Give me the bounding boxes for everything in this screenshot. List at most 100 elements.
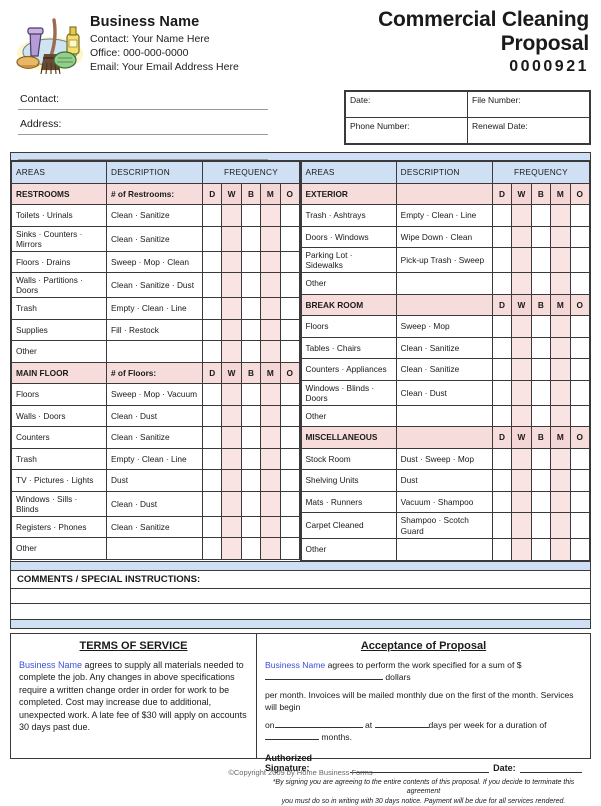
- checkbox-cell-b[interactable]: [531, 491, 550, 513]
- checkbox-cell-o[interactable]: [280, 251, 299, 273]
- checkbox-cell-d[interactable]: [203, 470, 222, 492]
- sum-amount-input[interactable]: [265, 679, 383, 680]
- checkbox-cell-b[interactable]: [531, 337, 550, 359]
- checkbox-cell-m[interactable]: [261, 538, 280, 560]
- checkbox-cell-o[interactable]: [280, 319, 299, 341]
- checkbox-cell-w[interactable]: [222, 319, 241, 341]
- checkbox-cell-w[interactable]: [512, 337, 531, 359]
- checkbox-cell-m[interactable]: [551, 470, 570, 492]
- checkbox-cell-m[interactable]: [551, 359, 570, 381]
- checkbox-cell-w[interactable]: [512, 248, 531, 273]
- checkbox-cell-w[interactable]: [512, 539, 531, 561]
- checkbox-cell-w[interactable]: [512, 226, 531, 248]
- checkbox-cell-w[interactable]: [222, 448, 241, 470]
- checkbox-cell-d[interactable]: [492, 470, 511, 492]
- checkbox-cell-m[interactable]: [551, 405, 570, 427]
- checkbox-cell-d[interactable]: [203, 273, 222, 298]
- checkbox-cell-d[interactable]: [492, 448, 511, 470]
- checkbox-cell-d[interactable]: [492, 205, 511, 227]
- checkbox-cell-m[interactable]: [261, 470, 280, 492]
- checkbox-cell-o[interactable]: [570, 337, 589, 359]
- checkbox-cell-m[interactable]: [261, 273, 280, 298]
- checkbox-cell-m[interactable]: [551, 448, 570, 470]
- checkbox-cell-o[interactable]: [570, 405, 589, 427]
- checkbox-cell-m[interactable]: [551, 273, 570, 295]
- contact-field[interactable]: Contact:: [18, 90, 268, 110]
- checkbox-cell-b[interactable]: [531, 273, 550, 295]
- checkbox-cell-b[interactable]: [241, 516, 260, 538]
- checkbox-cell-d[interactable]: [203, 427, 222, 449]
- checkbox-cell-w[interactable]: [222, 427, 241, 449]
- checkbox-cell-w[interactable]: [512, 359, 531, 381]
- checkbox-cell-b[interactable]: [241, 491, 260, 516]
- checkbox-cell-m[interactable]: [261, 448, 280, 470]
- checkbox-cell-o[interactable]: [280, 448, 299, 470]
- date-cell[interactable]: Date:: [346, 92, 468, 118]
- checkbox-cell-o[interactable]: [570, 513, 589, 539]
- checkbox-cell-o[interactable]: [280, 273, 299, 298]
- checkbox-cell-o[interactable]: [280, 384, 299, 406]
- phone-number-cell[interactable]: Phone Number:: [346, 118, 468, 144]
- checkbox-cell-o[interactable]: [570, 539, 589, 561]
- checkbox-cell-d[interactable]: [203, 491, 222, 516]
- checkbox-cell-b[interactable]: [531, 248, 550, 273]
- checkbox-cell-b[interactable]: [241, 251, 260, 273]
- checkbox-cell-m[interactable]: [551, 205, 570, 227]
- checkbox-cell-w[interactable]: [222, 298, 241, 320]
- checkbox-cell-d[interactable]: [492, 359, 511, 381]
- checkbox-cell-b[interactable]: [241, 226, 260, 251]
- checkbox-cell-w[interactable]: [222, 405, 241, 427]
- checkbox-cell-o[interactable]: [570, 316, 589, 338]
- checkbox-cell-w[interactable]: [222, 205, 241, 227]
- checkbox-cell-d[interactable]: [203, 226, 222, 251]
- checkbox-cell-w[interactable]: [222, 491, 241, 516]
- checkbox-cell-w[interactable]: [512, 205, 531, 227]
- checkbox-cell-m[interactable]: [261, 319, 280, 341]
- checkbox-cell-b[interactable]: [241, 427, 260, 449]
- checkbox-cell-d[interactable]: [203, 448, 222, 470]
- checkbox-cell-m[interactable]: [551, 316, 570, 338]
- checkbox-cell-d[interactable]: [492, 226, 511, 248]
- file-number-cell[interactable]: File Number:: [468, 92, 590, 118]
- checkbox-cell-b[interactable]: [531, 205, 550, 227]
- checkbox-cell-b[interactable]: [531, 226, 550, 248]
- checkbox-cell-d[interactable]: [203, 538, 222, 560]
- renewal-date-cell[interactable]: Renewal Date:: [468, 118, 590, 144]
- checkbox-cell-m[interactable]: [551, 513, 570, 539]
- checkbox-cell-d[interactable]: [203, 516, 222, 538]
- checkbox-cell-w[interactable]: [222, 341, 241, 363]
- checkbox-cell-w[interactable]: [512, 273, 531, 295]
- checkbox-cell-w[interactable]: [222, 538, 241, 560]
- checkbox-cell-d[interactable]: [203, 319, 222, 341]
- checkbox-cell-m[interactable]: [551, 226, 570, 248]
- checkbox-cell-b[interactable]: [531, 513, 550, 539]
- checkbox-cell-b[interactable]: [241, 470, 260, 492]
- checkbox-cell-b[interactable]: [241, 341, 260, 363]
- checkbox-cell-m[interactable]: [261, 516, 280, 538]
- checkbox-cell-d[interactable]: [203, 384, 222, 406]
- checkbox-cell-o[interactable]: [570, 226, 589, 248]
- checkbox-cell-b[interactable]: [241, 538, 260, 560]
- checkbox-cell-m[interactable]: [261, 384, 280, 406]
- checkbox-cell-b[interactable]: [241, 384, 260, 406]
- checkbox-cell-b[interactable]: [241, 273, 260, 298]
- checkbox-cell-d[interactable]: [203, 251, 222, 273]
- checkbox-cell-w[interactable]: [222, 251, 241, 273]
- checkbox-cell-d[interactable]: [492, 380, 511, 405]
- start-date-input[interactable]: [275, 727, 363, 728]
- checkbox-cell-d[interactable]: [203, 341, 222, 363]
- checkbox-cell-d[interactable]: [203, 405, 222, 427]
- checkbox-cell-d[interactable]: [492, 539, 511, 561]
- checkbox-cell-m[interactable]: [261, 251, 280, 273]
- checkbox-cell-m[interactable]: [551, 491, 570, 513]
- checkbox-cell-m[interactable]: [551, 380, 570, 405]
- checkbox-cell-b[interactable]: [241, 448, 260, 470]
- checkbox-cell-w[interactable]: [512, 448, 531, 470]
- checkbox-cell-w[interactable]: [222, 226, 241, 251]
- comments-line-2[interactable]: [11, 604, 590, 619]
- checkbox-cell-b[interactable]: [531, 470, 550, 492]
- checkbox-cell-b[interactable]: [531, 539, 550, 561]
- checkbox-cell-o[interactable]: [570, 470, 589, 492]
- checkbox-cell-o[interactable]: [280, 298, 299, 320]
- checkbox-cell-d[interactable]: [203, 205, 222, 227]
